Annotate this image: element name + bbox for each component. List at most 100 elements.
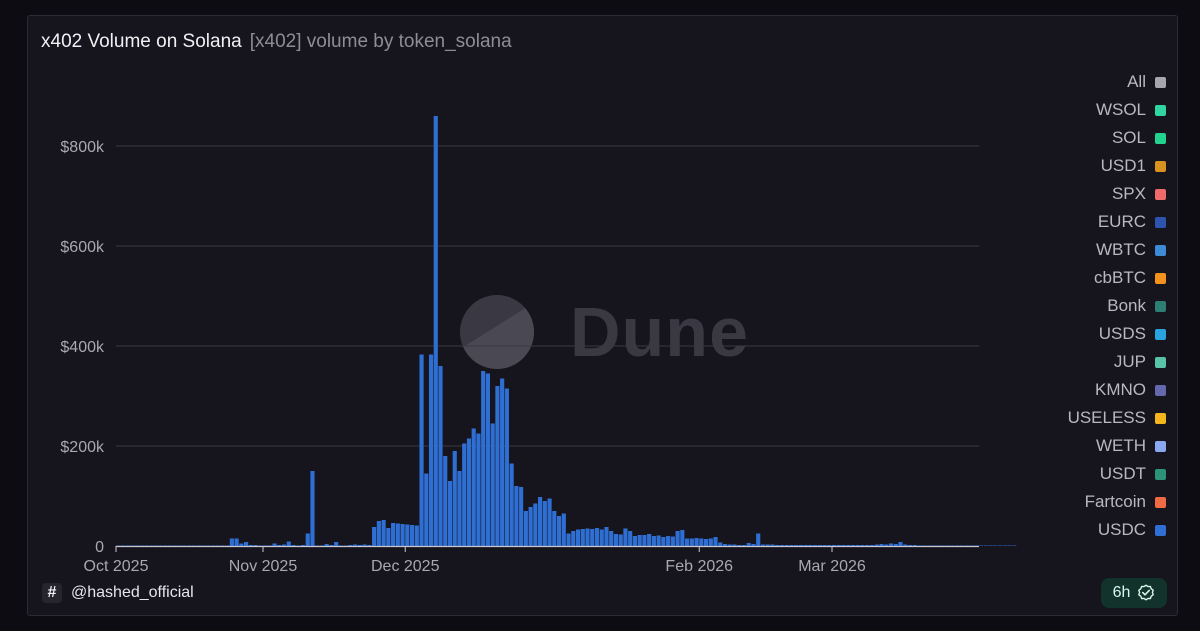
legend-item-all[interactable]: All (986, 68, 1166, 96)
legend-label: USDT (1099, 464, 1146, 483)
legend-item-useless[interactable]: USELESS (986, 404, 1166, 432)
legend-item-spx[interactable]: SPX (986, 180, 1166, 208)
chart-legend: All WSOL SOL USD1 SPX EURC WBTC cbBTC Bonk USDS JU… (986, 68, 1166, 544)
bar (727, 544, 732, 546)
bar (234, 538, 239, 546)
y-tick-label: $800k (60, 139, 105, 156)
legend-item-sol[interactable]: SOL (986, 124, 1166, 152)
bar (1012, 545, 1017, 546)
legend-item-wsol[interactable]: WSOL (986, 96, 1166, 124)
legend-label: USD1 (1100, 156, 1146, 175)
bar (722, 544, 728, 546)
legend-item-usd1[interactable]: USD1 (986, 152, 1166, 180)
bar (685, 538, 690, 546)
bar (585, 528, 590, 546)
bar (784, 545, 789, 546)
bar (229, 538, 234, 546)
bar (575, 529, 581, 546)
bar (372, 527, 377, 546)
legend-item-bonk[interactable]: Bonk (986, 292, 1166, 320)
y-tick-label: $400k (60, 339, 105, 356)
legend-item-usdt[interactable]: USDT (986, 460, 1166, 488)
bar (860, 545, 865, 546)
bar (623, 528, 628, 546)
bar (300, 545, 306, 546)
bar (391, 523, 396, 546)
x-tick-label: Feb 2026 (665, 558, 733, 575)
legend-swatch (1155, 300, 1166, 312)
legend-swatch (1155, 524, 1166, 536)
bar (310, 471, 315, 546)
legend-item-eurc[interactable]: EURC (986, 208, 1166, 236)
legend-swatch (1155, 412, 1166, 424)
bar (779, 545, 784, 546)
bar (1002, 545, 1007, 546)
bar (419, 354, 424, 546)
legend-swatch (1155, 244, 1166, 256)
bar (514, 486, 519, 546)
legend-swatch (1155, 468, 1166, 480)
bar (993, 545, 998, 546)
bar (689, 538, 694, 546)
legend-item-usds[interactable]: USDS (986, 320, 1166, 348)
legend-item-wbtc[interactable]: WBTC (986, 236, 1166, 264)
bar (481, 371, 486, 546)
bar (281, 544, 287, 546)
bar (979, 545, 984, 546)
bar (395, 523, 400, 546)
bar (637, 535, 642, 546)
bar (244, 542, 249, 546)
bar (888, 543, 894, 546)
bar (903, 544, 908, 546)
bar (547, 498, 552, 546)
bar (519, 487, 524, 546)
bar (504, 388, 509, 546)
bar (765, 544, 770, 546)
bar (983, 545, 988, 546)
bar (751, 544, 756, 546)
legend-label: Fartcoin (1084, 492, 1146, 511)
bar (438, 366, 443, 546)
chart-card: x402 Volume on Solana [x402] volume by to… (27, 15, 1178, 616)
bar (594, 528, 600, 546)
legend-swatch (1155, 356, 1166, 368)
verified-check-icon (1138, 584, 1155, 601)
legend-swatch (1155, 328, 1166, 340)
bar (680, 530, 685, 546)
bar (248, 545, 253, 546)
legend-item-weth[interactable]: WETH (986, 432, 1166, 460)
legend-label: USELESS (1067, 408, 1146, 427)
bar (485, 373, 490, 546)
legend-item-usdc[interactable]: USDC (986, 516, 1166, 544)
bar (628, 531, 633, 546)
bar (443, 456, 448, 546)
bar (609, 531, 614, 546)
bar (400, 524, 405, 546)
legend-swatch (1155, 384, 1166, 396)
legend-item-jup[interactable]: JUP (986, 348, 1166, 376)
bar (836, 545, 841, 546)
bar (699, 538, 704, 546)
bar (381, 520, 386, 546)
bar (305, 533, 310, 546)
bar (561, 513, 566, 546)
author-handle[interactable]: @hashed_official (71, 584, 194, 602)
bar (708, 538, 713, 546)
refresh-label: 6h (1112, 584, 1131, 601)
bar (357, 545, 362, 546)
legend-item-cbbtc[interactable]: cbBTC (986, 264, 1166, 292)
refresh-badge[interactable]: 6h (1101, 578, 1167, 608)
legend-item-kmno[interactable]: KMNO (986, 376, 1166, 404)
bar (462, 443, 467, 546)
bar (817, 545, 822, 546)
bar (907, 545, 913, 546)
bar (590, 529, 595, 546)
bar (869, 545, 875, 546)
bar (898, 542, 903, 546)
legend-swatch (1155, 160, 1166, 172)
bar (884, 544, 889, 546)
bar (367, 545, 372, 546)
legend-item-fartcoin[interactable]: Fartcoin (986, 488, 1166, 516)
bar (661, 537, 666, 546)
legend-label: SOL (1111, 128, 1146, 147)
